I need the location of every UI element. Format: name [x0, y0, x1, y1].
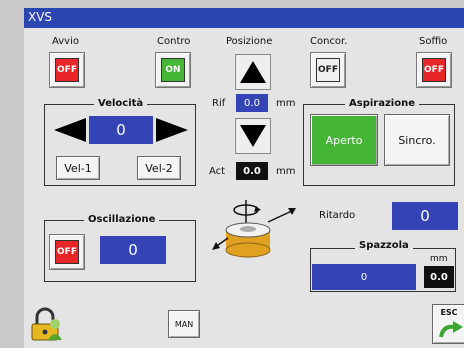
brush-icon — [212, 200, 296, 258]
lock-user-icon[interactable] — [28, 306, 62, 342]
exit-arrow-icon — [439, 321, 463, 338]
title-bar: XVS — [24, 8, 464, 28]
soffio-label: Soffio — [419, 36, 448, 47]
velocita-value[interactable]: 0 — [89, 116, 153, 144]
oscillazione-value[interactable]: 0 — [100, 236, 166, 264]
posizione-up-button[interactable] — [235, 54, 271, 90]
contro-button[interactable]: ON — [155, 52, 191, 88]
rif-value[interactable]: 0.0 — [236, 94, 268, 112]
rif-label: Rif — [212, 98, 226, 109]
posizione-down-button[interactable] — [235, 118, 271, 154]
sincro-button[interactable]: Sincro. — [384, 114, 450, 166]
spazzola-unit: mm — [430, 254, 448, 264]
ritardo-value[interactable]: 0 — [392, 202, 458, 230]
contro-state: ON — [161, 58, 185, 82]
act-value: 0.0 — [236, 162, 268, 180]
spazzola-mm-value: 0.0 — [424, 266, 454, 288]
concor-button[interactable]: OFF — [310, 52, 346, 88]
soffio-state: OFF — [422, 58, 446, 82]
esc-label: ESC — [440, 308, 458, 317]
man-button[interactable]: MAN — [168, 310, 200, 338]
concor-state: OFF — [316, 58, 340, 82]
arrow-right-icon[interactable] — [154, 116, 190, 144]
aperto-button[interactable]: Aperto — [310, 114, 378, 166]
velocita-title: Velocità — [94, 98, 148, 109]
rif-unit: mm — [276, 98, 296, 109]
aspirazione-title: Aspirazione — [345, 98, 419, 109]
spazzola-title: Spazzola — [355, 240, 413, 251]
act-unit: mm — [276, 166, 296, 177]
window-title: XVS — [28, 10, 53, 24]
spazzola-value[interactable]: 0 — [312, 264, 416, 290]
oscillazione-state: OFF — [55, 240, 79, 264]
act-label: Act — [209, 166, 226, 177]
contro-label: Contro — [157, 36, 191, 47]
avvio-label: Avvio — [52, 36, 79, 47]
concor-label: Concor. — [310, 36, 348, 47]
arrow-down-icon — [240, 125, 266, 147]
esc-button[interactable]: ESC — [432, 304, 464, 344]
avvio-button[interactable]: OFF — [49, 52, 85, 88]
soffio-button[interactable]: OFF — [416, 52, 452, 88]
arrow-left-icon[interactable] — [52, 116, 88, 144]
arrow-up-icon — [240, 61, 266, 83]
avvio-state: OFF — [55, 58, 79, 82]
vel2-button[interactable]: Vel-2 — [137, 156, 181, 180]
posizione-label: Posizione — [226, 36, 273, 47]
vel1-button[interactable]: Vel-1 — [56, 156, 100, 180]
oscillazione-button[interactable]: OFF — [49, 234, 85, 270]
oscillazione-title: Oscillazione — [84, 214, 160, 225]
ritardo-label: Ritardo — [319, 210, 356, 221]
